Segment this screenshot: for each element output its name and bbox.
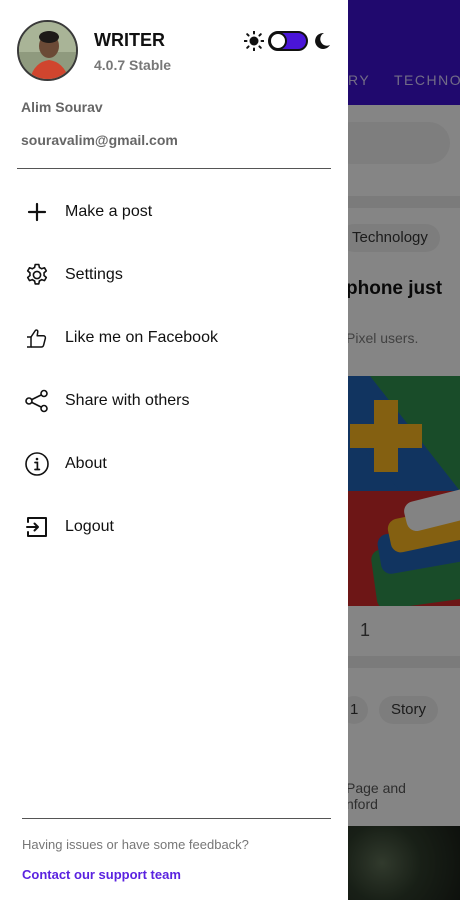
- menu-item-label: About: [65, 454, 107, 472]
- logout-icon: [23, 513, 50, 540]
- user-email: souravalim@gmail.com: [21, 132, 178, 148]
- menu-item-share[interactable]: Share with others: [0, 369, 348, 432]
- support-link[interactable]: Contact our support team: [22, 867, 181, 882]
- menu-item-label: Like me on Facebook: [65, 328, 218, 346]
- menu-item-label: Make a post: [65, 202, 153, 220]
- sun-icon: [244, 31, 264, 51]
- drawer-menu: Make a post Settings Like me on Facebook…: [0, 180, 348, 558]
- moon-icon: [315, 32, 330, 49]
- divider: [17, 168, 331, 169]
- info-icon: [23, 450, 50, 477]
- menu-item-logout[interactable]: Logout: [0, 495, 348, 558]
- gear-icon: [23, 261, 50, 288]
- user-name: Alim Sourav: [21, 99, 103, 115]
- menu-item-label: Logout: [65, 517, 114, 535]
- menu-item-make-post[interactable]: Make a post: [0, 180, 348, 243]
- share-icon: [23, 387, 50, 414]
- switch-knob[interactable]: [269, 32, 287, 50]
- menu-item-facebook[interactable]: Like me on Facebook: [0, 306, 348, 369]
- theme-toggle[interactable]: [244, 28, 334, 54]
- app-name: WRITER: [94, 30, 165, 50]
- avatar[interactable]: [17, 20, 78, 81]
- menu-item-about[interactable]: About: [0, 432, 348, 495]
- menu-item-label: Settings: [65, 265, 123, 283]
- menu-item-settings[interactable]: Settings: [0, 243, 348, 306]
- navigation-drawer: WRITER 4.0.7 Stable Alim Sourav souraval…: [0, 0, 348, 900]
- theme-switch[interactable]: [268, 31, 308, 51]
- thumbs-up-icon: [23, 324, 50, 351]
- menu-item-label: Share with others: [65, 391, 190, 409]
- feedback-text: Having issues or have some feedback?: [22, 837, 249, 852]
- app-version: 4.0.7 Stable: [94, 57, 172, 73]
- plus-icon: [23, 198, 50, 225]
- divider: [22, 818, 331, 819]
